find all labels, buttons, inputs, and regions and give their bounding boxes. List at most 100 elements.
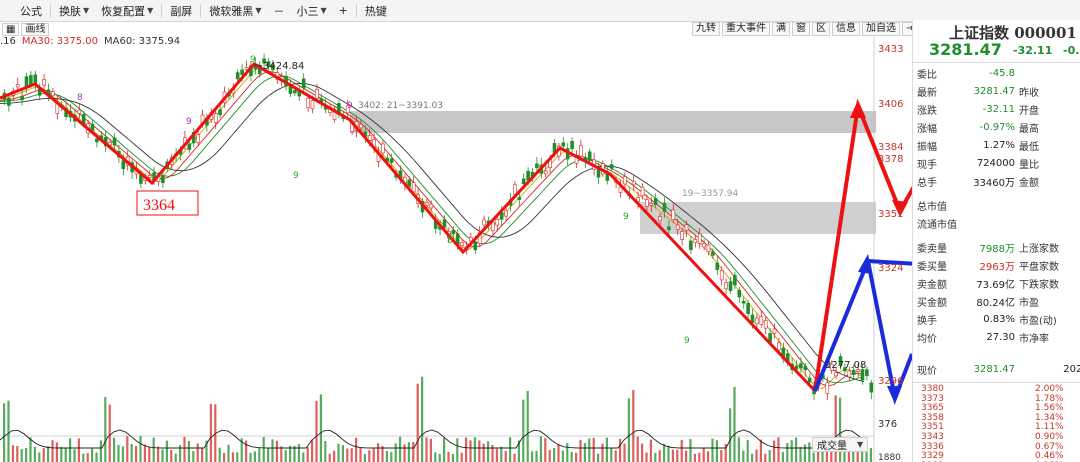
candle-body [526, 170, 530, 181]
font-size-dropdown[interactable]: 小三 ▼ [292, 2, 330, 20]
quote-row-value: 0.83% [983, 313, 1015, 325]
order-book-pct: 0.46% [1035, 451, 1064, 462]
major-events-button[interactable]: 重大事件 [722, 22, 770, 36]
window-button[interactable]: 窗 [792, 22, 810, 36]
hotkey-label: 热键 [364, 4, 387, 18]
candle-body [482, 219, 486, 226]
candle-body [306, 98, 310, 108]
volume-bar [337, 443, 340, 462]
volume-bar [196, 443, 199, 462]
volume-bar [759, 439, 762, 462]
font-family-label: 微软雅黑 [209, 4, 254, 18]
volume-bar [69, 438, 72, 462]
volume-bar [135, 446, 138, 462]
volume-bar [786, 443, 789, 462]
candle-body [689, 240, 693, 251]
order-book-pct: 1.78% [1035, 393, 1064, 404]
volume-bar [355, 437, 358, 462]
kline-chart[interactable]: 3424.84 3364 3277.08 3402: 21~3391.03 19… [0, 36, 912, 462]
volume-bar [781, 452, 784, 462]
volume-bar [737, 437, 740, 462]
quote-row-label-2: 市盈 [1019, 297, 1039, 309]
candle-body [429, 203, 434, 209]
volume-bar [346, 448, 349, 462]
volume-bar [729, 408, 732, 462]
candle-body [42, 79, 46, 86]
quote-row-label-2: 下跌家数 [1019, 279, 1059, 291]
quote-row-label-2: 市净率 [1019, 333, 1049, 345]
order-book-price: 3336 [921, 441, 944, 452]
second-screen-button[interactable]: 副屏 [166, 2, 196, 20]
quote-row-label: 涨幅 [917, 123, 937, 135]
info-button[interactable]: 信息 [832, 22, 860, 36]
quote-row-label: 均价 [917, 333, 937, 345]
candle-body [631, 180, 636, 186]
volume-bar [16, 446, 19, 462]
draw-line-tab[interactable]: 画线 [21, 22, 50, 36]
volume-bar [126, 436, 129, 462]
restore-config-dropdown[interactable]: 恢复配置 ▼ [97, 2, 157, 20]
volume-bar [319, 394, 322, 462]
quote-row: 振幅 1.27% 最低 3277 [917, 136, 1080, 154]
volume-bars [0, 376, 872, 462]
order-book-pct: 2.00% [1035, 384, 1064, 394]
toolbar-divider [200, 3, 202, 18]
candle-body [803, 365, 808, 371]
volume-bar [799, 447, 802, 462]
volume-bar [271, 439, 274, 462]
quote-row: 现手 724000 量比 0 [917, 154, 1080, 172]
volume-bar [262, 437, 265, 462]
formula-button[interactable]: 公式 [16, 2, 46, 20]
candle-body [825, 382, 830, 394]
quote-row-value: -32.11 [982, 103, 1015, 115]
font-family-dropdown[interactable]: 微软雅黑 ▼ [205, 2, 265, 20]
plus-button[interactable]: + [335, 2, 352, 20]
grid-icon[interactable]: ▦ [2, 22, 20, 36]
volume-bar [47, 446, 50, 462]
minus-button[interactable]: － [269, 2, 288, 20]
candle-body [741, 300, 746, 304]
quote-row-label-2: 最低 [1019, 141, 1039, 153]
low-callout-label: 3364 [143, 197, 175, 214]
arrowhead-icon [858, 254, 872, 274]
range-button[interactable]: 区 [812, 22, 830, 36]
volume-bar [601, 443, 604, 462]
hotkey-button[interactable]: 热键 [361, 2, 391, 20]
volume-bar [746, 440, 749, 462]
candle-body [411, 182, 416, 193]
quote-row-value-2: 411 [1055, 176, 1080, 187]
price-tick: 3296 [878, 376, 904, 387]
recent-low-label: 3277.08 [825, 360, 866, 371]
volume-bar [456, 438, 459, 462]
candle-body [301, 78, 306, 89]
volume-bar [412, 442, 415, 462]
volume-bar [91, 448, 94, 462]
volume-bar [113, 437, 116, 462]
volume-bar [139, 436, 142, 462]
volume-bar [702, 447, 705, 462]
volume-bar [399, 436, 402, 462]
toolbar-divider [161, 3, 163, 18]
td-count-label: 9 [684, 336, 690, 346]
add-favorite-button[interactable]: 加自选 [862, 22, 900, 36]
volume-bar [284, 449, 287, 462]
candle-body [218, 109, 222, 116]
candle-body [407, 179, 412, 187]
quote-row: 委买量 2963万 平盘家数 [917, 256, 1080, 274]
toolbar-left-edge[interactable] [4, 2, 12, 20]
nine-turn-button[interactable]: 九转 [692, 22, 720, 36]
volume-tick: 376 [878, 419, 898, 430]
full-button[interactable]: 满 [772, 22, 790, 36]
quote-row: 现价 3281.47 2022-07-1 [917, 360, 1080, 378]
quote-row-label: 委买量 [917, 261, 947, 273]
candle-body [543, 170, 548, 175]
order-book-price: 3343 [921, 432, 944, 442]
volume-bar [680, 440, 683, 462]
skin-dropdown[interactable]: 换肤 ▼ [55, 2, 93, 20]
candle-body [460, 242, 464, 247]
volume-bar [368, 450, 371, 462]
volume-indicator-dropdown[interactable]: 成交量 ▼ [812, 437, 869, 452]
candle-body [579, 145, 583, 157]
quote-row-value: 724000 [976, 157, 1015, 169]
volume-bar [407, 442, 410, 462]
